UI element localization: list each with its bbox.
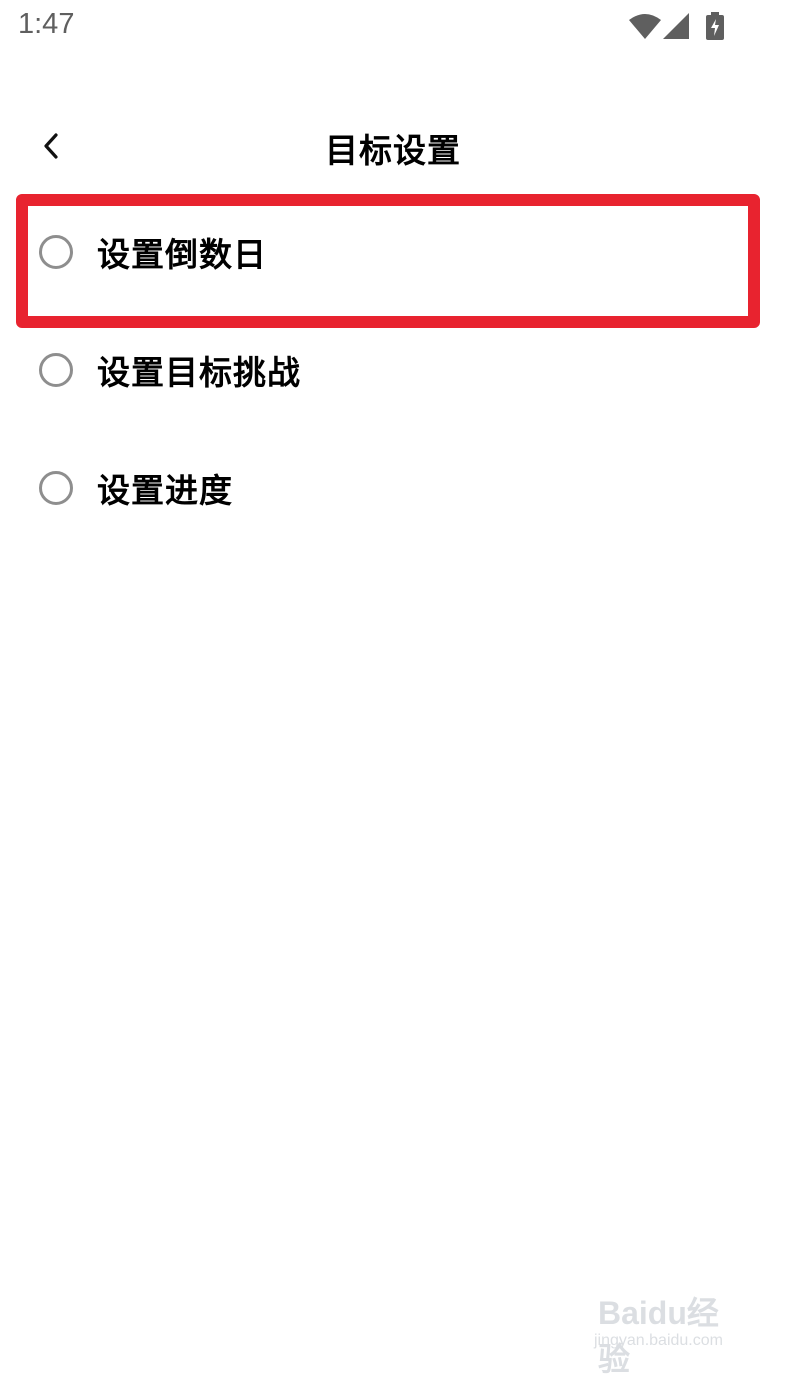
option-label: 设置倒数日	[97, 235, 267, 274]
option-label: 设置进度	[97, 471, 233, 510]
status-time: 1:47	[18, 8, 75, 40]
wifi-icon	[629, 14, 661, 39]
status-icons	[628, 12, 728, 40]
app-bar: 目标设置	[0, 108, 786, 180]
page-title: 目标设置	[325, 131, 461, 170]
radio-button[interactable]	[39, 353, 73, 387]
watermark-url: jingyan.baidu.com	[594, 1332, 723, 1349]
status-bar: 1:47	[0, 0, 786, 56]
radio-button[interactable]	[39, 235, 73, 269]
option-label: 设置目标挑战	[97, 353, 301, 392]
radio-button[interactable]	[39, 471, 73, 505]
option-goal-challenge[interactable]: 设置目标挑战	[0, 330, 786, 410]
battery-charging-icon	[706, 12, 724, 40]
option-progress[interactable]: 设置进度	[0, 448, 786, 528]
cellular-signal-icon	[663, 13, 689, 39]
option-countdown-day[interactable]: 设置倒数日	[0, 212, 786, 292]
watermark: Baidu经验 jingyan.baidu.com	[594, 1288, 744, 1377]
